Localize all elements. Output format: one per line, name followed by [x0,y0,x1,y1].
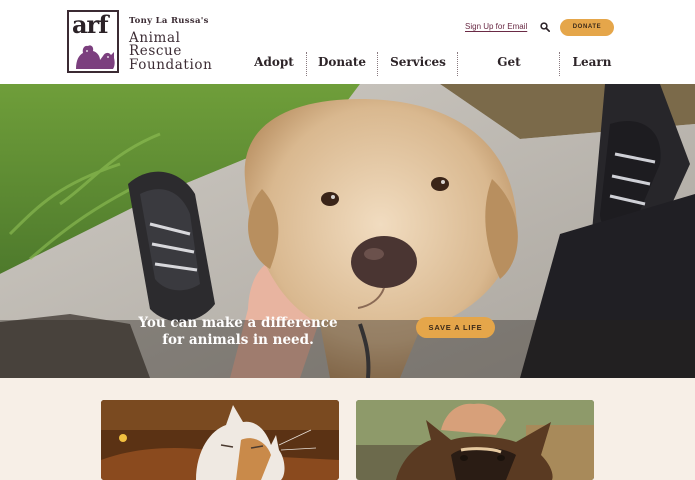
nav-divider [306,52,307,76]
card-cat-photo[interactable] [101,400,339,480]
org-name-prefix: Tony La Russa's [129,16,209,26]
nav-donate[interactable]: Donate [316,48,368,78]
nav-learn[interactable]: Learn [568,48,616,78]
nav-divider [457,52,458,76]
cat-photo [101,400,339,480]
donate-button[interactable]: DONATE [560,19,614,36]
hero-headline-line1: You can make a difference [138,315,338,331]
main-nav: Adopt Donate Services Get Involved Learn [0,48,695,97]
nav-adopt[interactable]: Adopt [250,48,298,78]
nav-divider [559,52,560,76]
hero-headline: You can make a difference for animals in… [128,315,348,349]
email-signup-link[interactable]: Sign Up for Email [465,22,527,31]
dog-photo [356,400,594,480]
logo-wordmark: arf [72,10,109,39]
search-icon[interactable] [540,22,550,32]
nav-get-involved[interactable]: Get Involved [468,48,550,97]
save-a-life-button[interactable]: SAVE A LIFE [416,317,495,338]
card-dog-photo[interactable] [356,400,594,480]
site-header: arf Tony La Russa's Animal Rescue Founda… [0,0,695,97]
hero-headline-line2: for animals in need. [162,332,314,348]
hero-banner: You can make a difference for animals in… [0,84,695,378]
nav-divider [377,52,378,76]
nav-services[interactable]: Services [387,48,449,78]
